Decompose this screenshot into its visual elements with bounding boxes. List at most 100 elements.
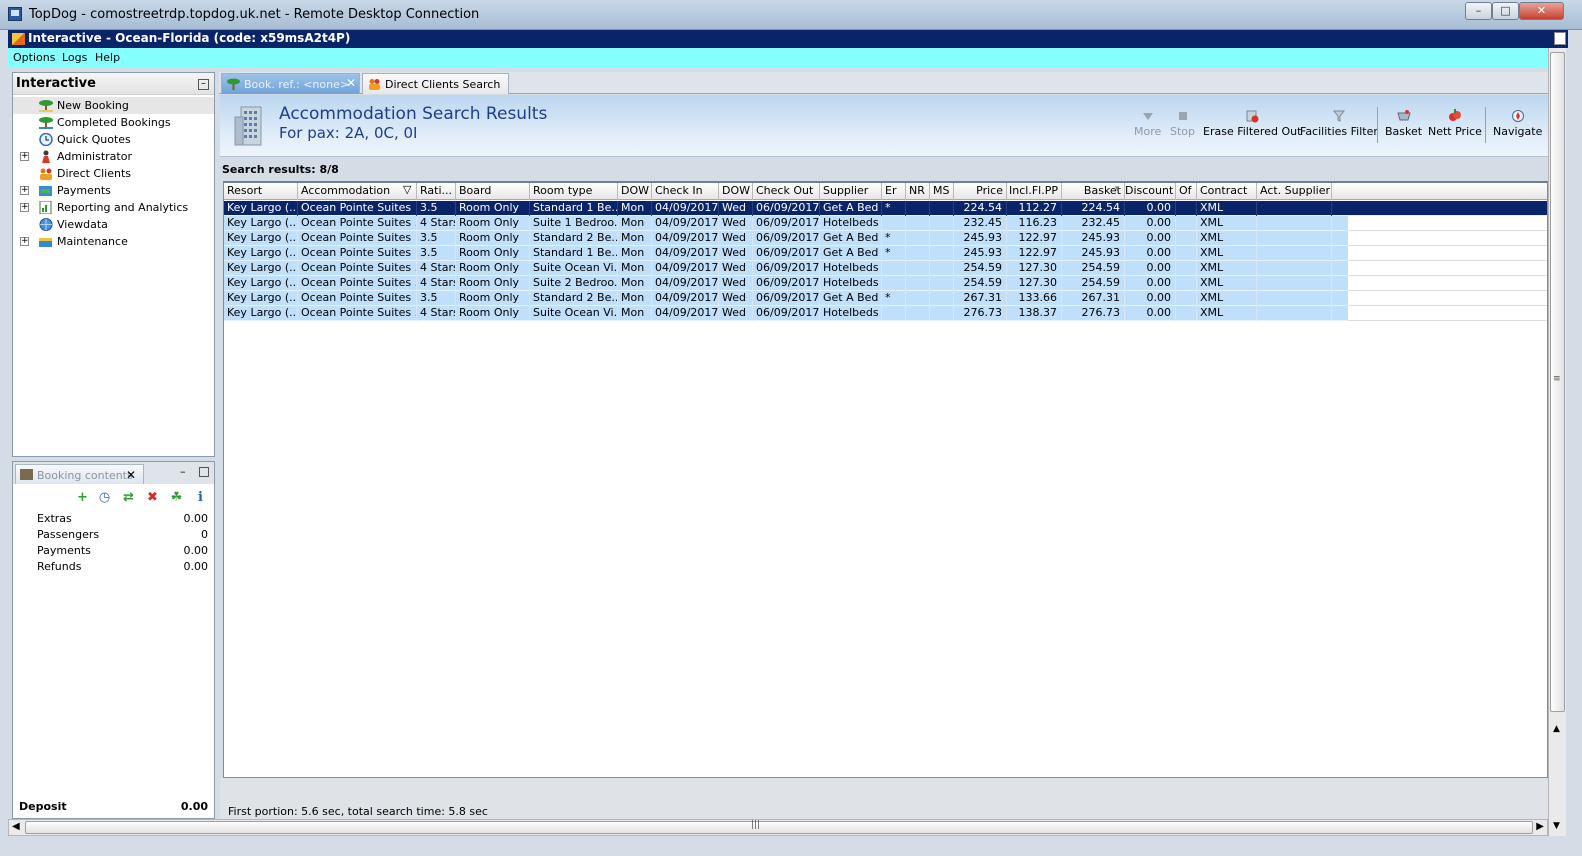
person-icon [42,150,50,163]
tree-item-viewdata[interactable]: Viewdata [13,216,214,233]
search-results-count: Search results: 8/8 [222,163,339,176]
column-header-rating[interactable]: Rati... [417,183,456,200]
tree-item-quick-quotes[interactable]: Quick Quotes [13,131,214,148]
deposit-label: Deposit [19,800,67,813]
tree-item-maintenance[interactable]: + Maintenance [13,233,214,250]
expand-icon[interactable]: + [20,237,29,246]
column-header-board[interactable]: Board [456,183,530,200]
table-row[interactable]: Key Largo (... Ocean Pointe Suites 3.5 Room… [224,291,1348,306]
minimize-button[interactable]: – [1465,2,1492,20]
expand-icon[interactable]: + [20,152,29,161]
column-header-dow-out[interactable]: DOW [719,183,753,200]
column-header-supplier[interactable]: Supplier [820,183,882,200]
transfer-icon[interactable]: ⇄ [121,490,136,505]
cell-room-type: Standard 1 Be... [530,246,618,261]
table-row[interactable]: Key Largo (... Ocean Pointe Suites 3.5 Room… [224,231,1348,246]
table-row[interactable]: Key Largo (... Ocean Pointe Suites ... 4 S… [224,216,1348,231]
results-pax: For pax: 2A, 0C, 0I [279,124,418,142]
grid-header: Resort Accommodation Rati... Board Room type… [224,183,1547,200]
column-header-check-in[interactable]: Check In [652,183,719,200]
column-header-ms[interactable]: MS [930,183,954,200]
palm-tree-icon[interactable]: ☘ [169,490,184,505]
more-button[interactable]: More [1134,109,1161,138]
cell-accommodation: Ocean Pointe Suites ... [298,306,417,321]
table-row[interactable]: Key Largo (... Ocean Pointe Suites 3.5 Room… [224,246,1348,261]
cell-nr [906,201,930,216]
nett-price-button[interactable]: Nett Price [1428,109,1482,138]
maximize-panel-button[interactable] [199,467,209,477]
tree-item-direct-clients[interactable]: Direct Clients [13,165,214,182]
column-header-accommodation[interactable]: Accommodation [298,183,417,200]
column-header-incl-fl-pp[interactable]: Incl.Fl.PP [1007,183,1062,200]
tree-item-completed-bookings[interactable]: Completed Bookings [13,114,214,131]
tree-item-administrator[interactable]: + Administrator [13,148,214,165]
add-icon[interactable]: + [75,490,90,505]
delete-icon[interactable]: ✖ [145,490,160,505]
close-tab-icon[interactable]: ✕ [346,76,356,90]
horizontal-scroll-thumb[interactable] [25,821,1533,834]
minimize-panel-button[interactable]: – [180,465,186,478]
scroll-up-icon[interactable]: ▲ [1553,724,1560,734]
column-filter-icon[interactable]: ▽ [403,183,411,196]
column-header-act-supplier[interactable]: Act. Supplier [1257,183,1332,200]
navigation-panel-title: Interactive [16,76,96,91]
cell-basket: 267.31 [1062,291,1125,306]
cell-dow-out: Wed [719,291,753,306]
tree-item-payments[interactable]: + Payments [13,182,214,199]
column-header-resort[interactable]: Resort [224,183,298,200]
report-icon [39,201,52,214]
restore-button[interactable] [1554,32,1566,45]
table-row[interactable]: Key Largo (... Ocean Pointe Suites ... 4 S… [224,306,1348,321]
facilities-filter-button[interactable]: Facilities Filter [1300,109,1378,138]
stop-button[interactable]: Stop [1170,109,1195,138]
booking-contents-tab[interactable]: Booking contents ✕ [15,464,144,484]
clock-icon[interactable]: ◷ [97,490,112,505]
cell-check-out: 06/09/2017 [753,306,820,321]
scroll-left-icon[interactable]: ◀ [12,821,20,832]
column-header-of[interactable]: Of [1176,183,1197,200]
booking-toolbar: + ◷ ⇄ ✖ ☘ i [13,487,214,509]
collapse-panel-button[interactable]: – [198,79,209,90]
tree-item-new-booking[interactable]: New Booking [13,97,214,114]
close-button[interactable]: ✕ [1519,2,1564,20]
column-header-contract[interactable]: Contract [1197,183,1257,200]
navigate-button[interactable]: Navigate [1493,109,1542,138]
scroll-right-icon[interactable]: ▶ [1536,821,1544,832]
cell-board: Room Only [456,306,530,321]
cell-dow-in: Mon [618,276,652,291]
tab-booking-ref[interactable]: Book. ref.: <none> ✕ [221,73,360,94]
horizontal-scrollbar[interactable]: ◀ ||| ▶ [8,819,1548,836]
table-row[interactable]: Key Largo (... Ocean Pointe Suites ... 4 S… [224,261,1348,276]
cell-incl-fl-pp: 122.97 [1007,231,1062,246]
cell-discount: 0.00 [1125,231,1176,246]
cell-er [882,306,906,321]
column-header-check-out[interactable]: Check Out [753,183,820,200]
column-header-room-type[interactable]: Room type [530,183,618,200]
info-icon[interactable]: i [193,490,208,505]
app-window-title: Interactive - Ocean-Florida (code: x59ms… [28,31,351,45]
vertical-scrollbar[interactable]: ≡ ▲ ▼ [1548,48,1566,836]
maximize-button[interactable]: □ [1492,2,1519,20]
erase-filtered-out-button[interactable]: Erase Filtered Out [1203,109,1301,138]
column-header-dow-in[interactable]: DOW [618,183,652,200]
tree-item-label: Direct Clients [57,167,132,180]
column-header-discount[interactable]: Discount [1125,183,1176,200]
cell-check-in: 04/09/2017 [652,201,719,216]
close-tab-icon[interactable]: ✕ [126,468,136,482]
basket-button[interactable]: Basket [1385,109,1422,138]
tree-item-label: Administrator [57,150,132,163]
menu-options[interactable]: Options [13,51,55,64]
tab-direct-clients-search[interactable]: Direct Clients Search [362,73,509,94]
table-row[interactable]: Key Largo (... Ocean Pointe Suites ... 4 S… [224,276,1348,291]
column-header-nr[interactable]: NR [906,183,930,200]
menu-help[interactable]: Help [95,51,120,64]
column-header-price[interactable]: Price [954,183,1007,200]
tree-item-reporting-analytics[interactable]: + Reporting and Analytics [13,199,214,216]
table-row-selected[interactable]: Key Largo (... Ocean Pointe Suites 3.5 Room… [224,201,1547,216]
scroll-down-icon[interactable]: ▼ [1553,821,1560,831]
column-header-er[interactable]: Er [882,183,906,200]
menu-logs[interactable]: Logs [62,51,87,64]
expand-icon[interactable]: + [20,203,29,212]
expand-icon[interactable]: + [20,186,29,195]
navigation-panel-header: Interactive – [13,73,214,95]
